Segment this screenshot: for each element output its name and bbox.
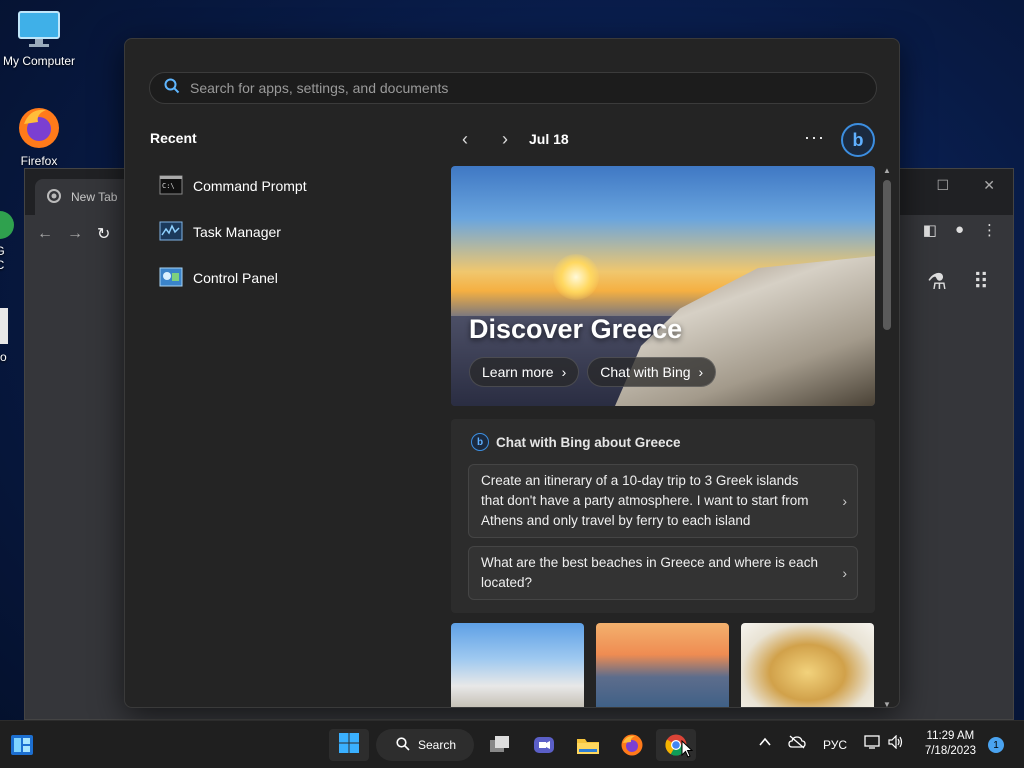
desktop-icon-label: G C <box>0 244 24 272</box>
chat-prompt-text: Create an itinerary of a 10-day trip to … <box>481 473 809 528</box>
clock-date: 7/18/2023 <box>924 745 976 757</box>
chrome-ntp-actions: ⚗ ⠿ <box>927 269 989 295</box>
taskbar: Search РУС 11:29 AM 7/18/2023 1 <box>0 720 1024 768</box>
chat-heading: b Chat with Bing about Greece <box>471 433 681 451</box>
bing-logo-icon[interactable]: b <box>841 123 875 157</box>
svg-text:C:\: C:\ <box>162 182 175 190</box>
learn-more-button[interactable]: Learn more › <box>469 357 580 387</box>
forward-icon[interactable]: → <box>67 225 83 243</box>
recent-list: C:\ Command Prompt Task Manager Control … <box>153 163 413 301</box>
chat-heading-text: Chat with Bing about Greece <box>496 434 681 450</box>
chat-prompt[interactable]: What are the best beaches in Greece and … <box>468 546 858 600</box>
task-manager-icon <box>159 221 183 244</box>
next-icon[interactable]: › <box>491 125 519 153</box>
notepad-icon <box>0 306 10 346</box>
recent-item-control-panel[interactable]: Control Panel <box>153 255 413 301</box>
search-icon <box>164 78 180 99</box>
feed-nav: ‹ › Jul 18 ··· b <box>451 123 875 157</box>
desktop-icon-label: Firefox <box>20 154 58 168</box>
start-button[interactable] <box>329 729 369 761</box>
chrome-icon <box>0 210 15 240</box>
apps-grid-icon[interactable]: ⠿ <box>973 269 989 295</box>
taskbar-search-label: Search <box>418 738 457 752</box>
system-clock[interactable]: 11:29 AM 7/18/2023 <box>925 729 976 759</box>
maximize-icon[interactable]: ☐ <box>936 177 949 194</box>
notification-badge[interactable]: 1 <box>988 737 1004 753</box>
thumbnail-card[interactable] <box>741 623 874 707</box>
desktop-icon-notepad[interactable]: No <box>0 306 24 364</box>
thumbnail-card[interactable] <box>451 623 584 707</box>
firefox-taskbar-icon[interactable] <box>612 729 652 761</box>
scroll-up-icon[interactable]: ▲ <box>881 166 893 175</box>
widgets-icon[interactable] <box>2 729 42 761</box>
search-input[interactable] <box>190 80 850 96</box>
menu-icon[interactable]: ⋮ <box>982 221 997 239</box>
desktop-icon-label: My Computer <box>2 54 76 68</box>
clock-time: 11:29 AM <box>926 730 975 742</box>
desktop-icon-firefox[interactable]: Firefox <box>0 104 78 168</box>
bing-icon: b <box>471 433 489 451</box>
side-panel-icon[interactable]: ◧ <box>923 221 937 239</box>
scroll-down-icon[interactable]: ▼ <box>881 700 893 707</box>
desktop-icon-my-computer[interactable]: My Computer <box>0 10 78 68</box>
chat-with-bing-label: Chat with Bing <box>600 364 691 380</box>
desktop-icon-chrome[interactable]: G C <box>0 210 24 272</box>
feed-date: Jul 18 <box>529 131 569 147</box>
windows-logo-icon <box>338 732 360 759</box>
search-icon <box>396 736 410 754</box>
desktop-icon-label: No <box>0 350 7 364</box>
teams-chat-icon[interactable] <box>524 729 564 761</box>
close-icon[interactable]: ✕ <box>983 177 995 194</box>
hero-title: Discover Greece <box>469 314 683 344</box>
language-indicator[interactable]: РУС <box>823 738 847 752</box>
task-view-icon[interactable] <box>480 729 520 761</box>
file-explorer-icon[interactable] <box>568 729 608 761</box>
feed: Discover Greece Learn more › Chat with B… <box>451 166 875 707</box>
recent-title: Recent <box>150 130 197 146</box>
recent-item-label: Task Manager <box>193 224 281 240</box>
chevron-right-icon: › <box>842 565 847 581</box>
reload-icon[interactable]: ↻ <box>97 224 110 244</box>
recent-item-task-manager[interactable]: Task Manager <box>153 209 413 255</box>
start-search[interactable] <box>149 72 877 104</box>
more-options-icon[interactable]: ··· <box>804 127 825 148</box>
thumbnail-card[interactable] <box>596 623 729 707</box>
command-prompt-icon: C:\ <box>159 175 183 198</box>
profile-icon[interactable]: ● <box>955 221 964 239</box>
network-icon[interactable] <box>864 735 880 752</box>
taskbar-search-button[interactable]: Search <box>376 729 474 761</box>
chrome-toolbar-right: ◧ ● ⋮ <box>923 221 997 239</box>
monitor-icon <box>17 10 61 50</box>
recent-item-label: Control Panel <box>193 270 278 286</box>
chevron-right-icon: › <box>842 493 847 509</box>
chat-with-bing-button[interactable]: Chat with Bing › <box>587 357 717 387</box>
chat-prompt[interactable]: Create an itinerary of a 10-day trip to … <box>468 464 858 538</box>
feed-thumbnails <box>451 623 875 707</box>
firefox-icon <box>16 104 62 150</box>
control-panel-icon <box>159 267 183 290</box>
mouse-cursor-icon <box>681 739 694 763</box>
labs-icon[interactable]: ⚗ <box>927 269 947 295</box>
recent-item-label: Command Prompt <box>193 178 307 194</box>
feed-scrollbar[interactable]: ▲ ▼ <box>881 166 893 707</box>
chrome-tab-icon <box>47 188 61 206</box>
hero-card[interactable]: Discover Greece Learn more › Chat with B… <box>451 166 875 406</box>
previous-icon[interactable]: ‹ <box>451 125 479 153</box>
chevron-right-icon: › <box>698 364 704 380</box>
chrome-tab-title: New Tab <box>71 190 118 204</box>
learn-more-label: Learn more <box>482 364 554 380</box>
back-icon[interactable]: ← <box>37 225 53 243</box>
onedrive-icon[interactable] <box>788 735 806 752</box>
volume-icon[interactable] <box>888 734 904 752</box>
recent-item-command-prompt[interactable]: C:\ Command Prompt <box>153 163 413 209</box>
chat-card: b Chat with Bing about Greece Create an … <box>451 419 875 613</box>
chat-prompt-text: What are the best beaches in Greece and … <box>481 555 818 590</box>
hero-buttons: Learn more › Chat with Bing › <box>469 357 717 387</box>
chevron-right-icon: › <box>561 364 567 380</box>
scroll-thumb[interactable] <box>883 180 891 330</box>
start-menu: Recent C:\ Command Prompt Task Manager C… <box>124 38 900 708</box>
hero-image <box>553 254 599 300</box>
chevron-up-icon[interactable] <box>758 735 772 752</box>
